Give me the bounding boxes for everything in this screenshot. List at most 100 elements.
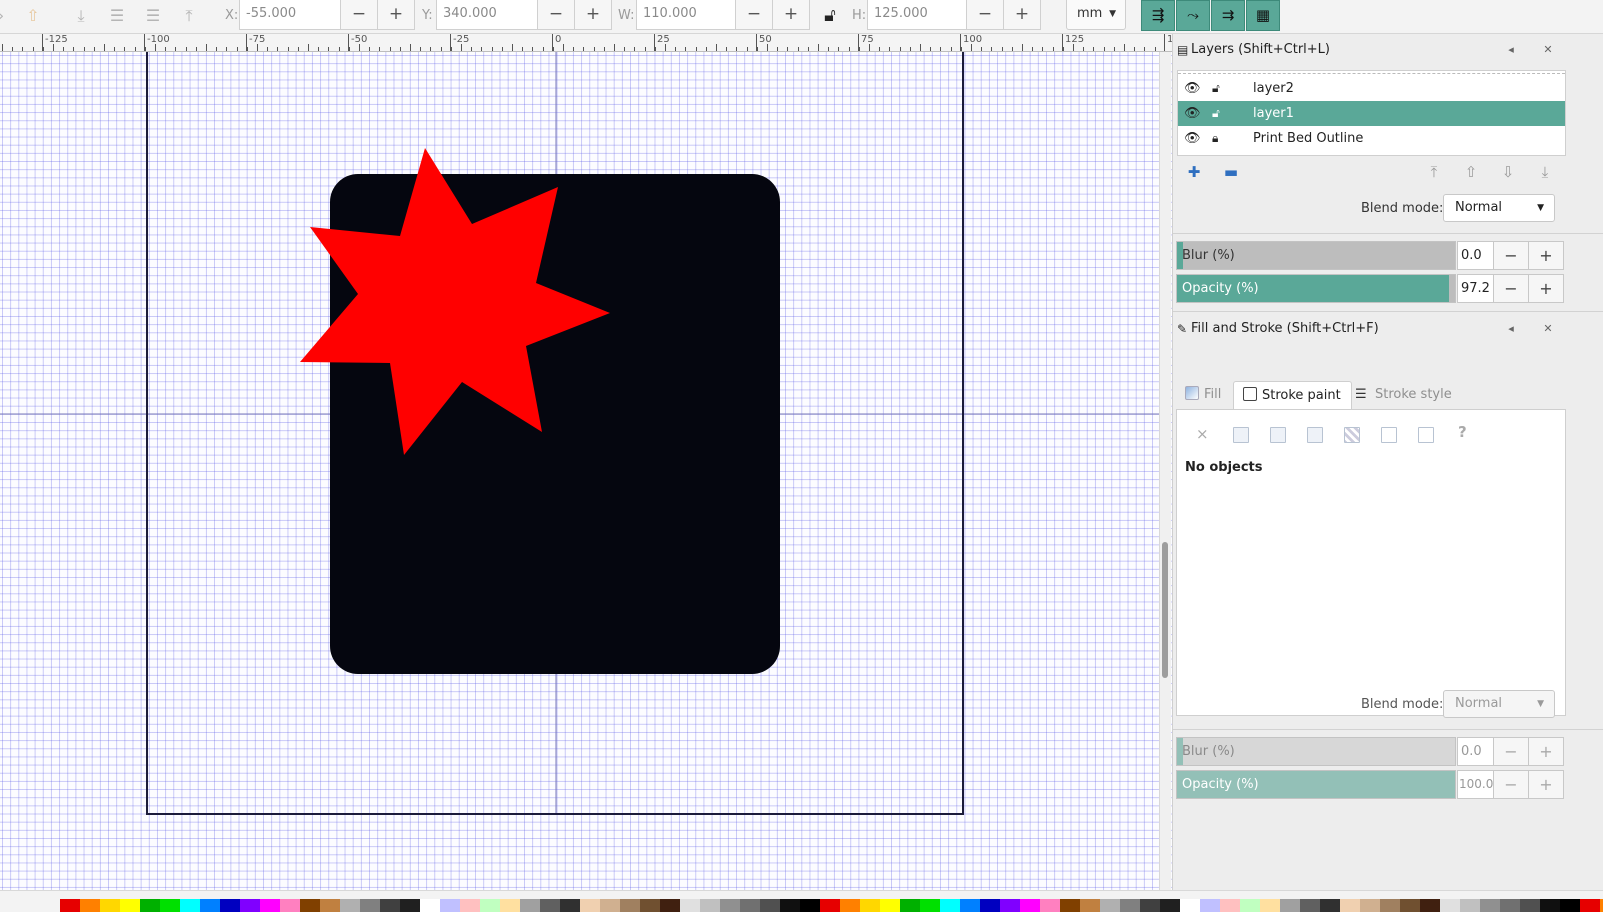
x-decrement-button[interactable]: − xyxy=(341,0,378,30)
layer-blur-slider[interactable]: Blur (%) xyxy=(1176,241,1456,270)
lower-to-bottom-icon[interactable]: ⤓ xyxy=(68,4,94,28)
color-swatch[interactable] xyxy=(420,899,440,912)
drawing-canvas[interactable] xyxy=(0,52,1172,890)
color-swatch[interactable] xyxy=(740,899,760,912)
color-swatch[interactable] xyxy=(180,899,200,912)
color-swatch[interactable] xyxy=(1020,899,1040,912)
unlocked-icon[interactable]: 🔓︎ xyxy=(1212,101,1220,126)
fs-blur-value[interactable]: 0.0 xyxy=(1457,737,1494,766)
color-swatch[interactable] xyxy=(1160,899,1180,912)
layer-opacity-slider[interactable]: Opacity (%) xyxy=(1176,274,1456,303)
swatch-icon[interactable] xyxy=(1418,427,1434,443)
color-swatch[interactable] xyxy=(240,899,260,912)
color-swatch[interactable] xyxy=(940,899,960,912)
color-swatch[interactable] xyxy=(1440,899,1460,912)
color-swatch[interactable] xyxy=(500,899,520,912)
color-swatch[interactable] xyxy=(1360,899,1380,912)
fs-blur-increment[interactable]: + xyxy=(1529,737,1564,766)
fs-blur-slider[interactable]: Blur (%) xyxy=(1176,737,1456,766)
color-swatch[interactable] xyxy=(640,899,660,912)
color-swatch[interactable] xyxy=(1540,899,1560,912)
color-swatch[interactable] xyxy=(960,899,980,912)
layer-row-print-bed-outline[interactable]: 👁︎ 🔒︎ Print Bed Outline xyxy=(1178,126,1565,151)
color-swatch[interactable] xyxy=(400,899,420,912)
color-swatch[interactable] xyxy=(580,899,600,912)
color-swatch[interactable] xyxy=(1400,899,1420,912)
color-swatch[interactable] xyxy=(1420,899,1440,912)
raise-to-top-align-icon[interactable]: ⤒ xyxy=(176,4,202,28)
layer-blur-increment[interactable]: + xyxy=(1529,241,1564,270)
linear-gradient-icon[interactable] xyxy=(1270,427,1286,443)
layer-blur-value[interactable]: 0.0 xyxy=(1457,241,1494,270)
panel-close-icon[interactable]: ✕ xyxy=(1539,36,1557,64)
color-swatch[interactable] xyxy=(560,899,580,912)
h-input[interactable]: 125.000 xyxy=(867,0,967,30)
color-swatch[interactable] xyxy=(1340,899,1360,912)
color-swatch[interactable] xyxy=(440,899,460,912)
h-decrement-button[interactable]: − xyxy=(967,0,1004,30)
raise-to-top-icon[interactable]: ⤒ xyxy=(1422,161,1446,183)
tab-fill[interactable]: Fill xyxy=(1185,381,1221,409)
w-decrement-button[interactable]: − xyxy=(736,0,773,30)
color-swatch[interactable] xyxy=(1000,899,1020,912)
color-swatch[interactable] xyxy=(860,899,880,912)
color-swatch[interactable] xyxy=(60,899,80,912)
color-swatch[interactable] xyxy=(1120,899,1140,912)
pattern-icon[interactable] xyxy=(1381,427,1397,443)
w-input[interactable]: 110.000 xyxy=(636,0,736,30)
color-swatch[interactable] xyxy=(1320,899,1340,912)
x-increment-button[interactable]: + xyxy=(378,0,415,30)
color-swatch[interactable] xyxy=(760,899,780,912)
color-swatch[interactable] xyxy=(900,899,920,912)
color-swatch[interactable] xyxy=(1100,899,1120,912)
color-swatch[interactable] xyxy=(1260,899,1280,912)
move-gradients-button[interactable]: ⇉ xyxy=(1211,0,1245,31)
color-swatch[interactable] xyxy=(220,899,240,912)
raise-to-top-icon[interactable]: › xyxy=(0,4,14,28)
layer-opacity-value[interactable]: 97.2 xyxy=(1457,274,1494,303)
scale-stroke-button[interactable]: ⇶ xyxy=(1141,0,1175,31)
color-swatch[interactable] xyxy=(660,899,680,912)
locked-icon[interactable]: 🔒︎ xyxy=(1212,126,1218,151)
visibility-eye-icon[interactable]: 👁︎ xyxy=(1184,126,1201,151)
align-center-icon[interactable]: ☰ xyxy=(140,4,166,28)
y-decrement-button[interactable]: − xyxy=(538,0,575,30)
vertical-scroll-thumb[interactable] xyxy=(1162,542,1168,678)
panel-close-icon[interactable]: ✕ xyxy=(1539,315,1557,343)
vertical-scrollbar[interactable] xyxy=(1159,52,1171,890)
visibility-eye-icon[interactable]: 👁︎ xyxy=(1184,76,1201,101)
layer-blend-dropdown[interactable]: Normal ▼ xyxy=(1443,194,1555,222)
color-swatch[interactable] xyxy=(380,899,400,912)
unit-dropdown[interactable]: mm ▼ xyxy=(1066,0,1126,30)
scale-corners-button[interactable]: ⤳ xyxy=(1176,0,1210,31)
color-swatch[interactable] xyxy=(1040,899,1060,912)
layer-blur-decrement[interactable]: − xyxy=(1494,241,1529,270)
flat-color-icon[interactable] xyxy=(1233,427,1249,443)
color-swatch[interactable] xyxy=(280,899,300,912)
color-swatch[interactable] xyxy=(140,899,160,912)
color-swatch[interactable] xyxy=(120,899,140,912)
color-swatch[interactable] xyxy=(920,899,940,912)
color-swatch[interactable] xyxy=(100,899,120,912)
color-swatch[interactable] xyxy=(680,899,700,912)
panel-collapse-icon[interactable]: ◂ xyxy=(1502,315,1520,343)
color-swatch[interactable] xyxy=(1520,899,1540,912)
color-swatch[interactable] xyxy=(600,899,620,912)
color-swatch[interactable] xyxy=(480,899,500,912)
color-swatch[interactable] xyxy=(340,899,360,912)
radial-gradient-icon[interactable] xyxy=(1307,427,1323,443)
fs-opacity-increment[interactable]: + xyxy=(1529,770,1564,799)
fs-opacity-slider[interactable]: Opacity (%) xyxy=(1176,770,1456,799)
color-swatch[interactable] xyxy=(300,899,320,912)
layer-opacity-decrement[interactable]: − xyxy=(1494,274,1529,303)
color-swatch[interactable] xyxy=(1380,899,1400,912)
layer-row-layer2[interactable]: 👁︎ 🔓︎ layer2 xyxy=(1178,76,1565,101)
color-swatch[interactable] xyxy=(1500,899,1520,912)
color-swatch[interactable] xyxy=(1060,899,1080,912)
panel-collapse-icon[interactable]: ◂ xyxy=(1502,36,1520,64)
add-layer-icon[interactable]: ✚ xyxy=(1182,161,1206,183)
color-swatch[interactable] xyxy=(520,899,540,912)
color-swatch[interactable] xyxy=(360,899,380,912)
color-swatch[interactable] xyxy=(1240,899,1260,912)
y-increment-button[interactable]: + xyxy=(575,0,612,30)
